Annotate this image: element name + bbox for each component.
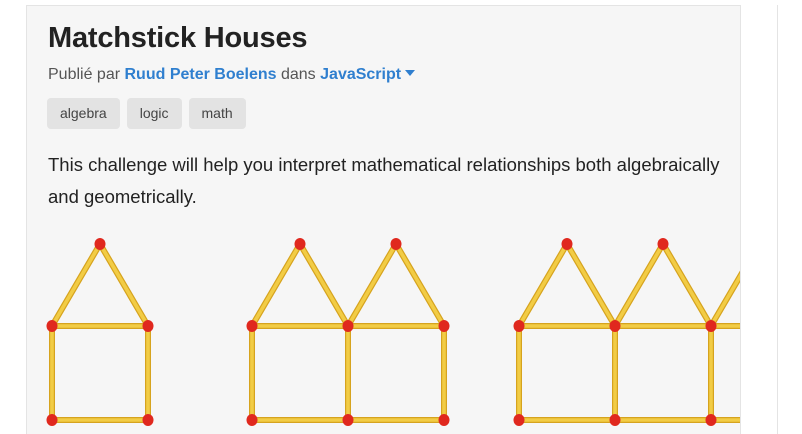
match-head: [657, 238, 669, 250]
roof-stick: [97, 241, 151, 329]
match-head: [513, 320, 525, 332]
roof-stick: [345, 241, 399, 329]
match-head: [438, 414, 450, 426]
tag-logic[interactable]: logic: [126, 98, 182, 129]
match-head: [294, 238, 306, 250]
published-label: Publié par: [48, 66, 121, 83]
roof-stick: [49, 241, 103, 329]
match-head: [142, 320, 154, 332]
language-dropdown[interactable]: JavaScript: [320, 66, 416, 83]
challenge-card: Matchstick Houses Publié par Ruud Peter …: [26, 5, 741, 434]
caret-down-icon: [405, 69, 416, 76]
match-head: [561, 238, 573, 250]
match-head: [705, 414, 717, 426]
tag-algebra[interactable]: algebra: [47, 98, 120, 129]
match-head: [46, 414, 58, 426]
roof-stick: [660, 241, 714, 329]
roof-stick: [249, 241, 303, 329]
match-head: [46, 320, 58, 332]
match-head: [609, 414, 621, 426]
matchstick-houses-illustration: [46, 238, 740, 426]
roof-stick: [516, 241, 570, 329]
match-head: [438, 320, 450, 332]
tag-math[interactable]: math: [188, 98, 246, 129]
page-title: Matchstick Houses: [48, 22, 308, 54]
roof-stick: [564, 241, 618, 329]
match-head: [705, 320, 717, 332]
match-head: [390, 238, 402, 250]
in-label: dans: [280, 66, 316, 83]
match-head: [142, 414, 154, 426]
roof-stick: [393, 241, 447, 329]
match-head: [246, 320, 258, 332]
match-head: [246, 414, 258, 426]
tag-list: algebra logic math: [47, 98, 246, 129]
roof-stick: [612, 241, 666, 329]
match-head: [342, 320, 354, 332]
roof-stick: [708, 270, 740, 329]
match-head: [609, 320, 621, 332]
roof-stick: [297, 241, 351, 329]
challenge-description: This challenge will help you interpret m…: [48, 154, 720, 207]
byline: Publié par Ruud Peter Boelens dans JavaS…: [48, 66, 416, 84]
match-head: [94, 238, 106, 250]
side-panel: [777, 5, 802, 434]
author-link[interactable]: Ruud Peter Boelens: [125, 66, 277, 83]
language-label: JavaScript: [320, 66, 402, 83]
match-head: [513, 414, 525, 426]
match-head: [342, 414, 354, 426]
